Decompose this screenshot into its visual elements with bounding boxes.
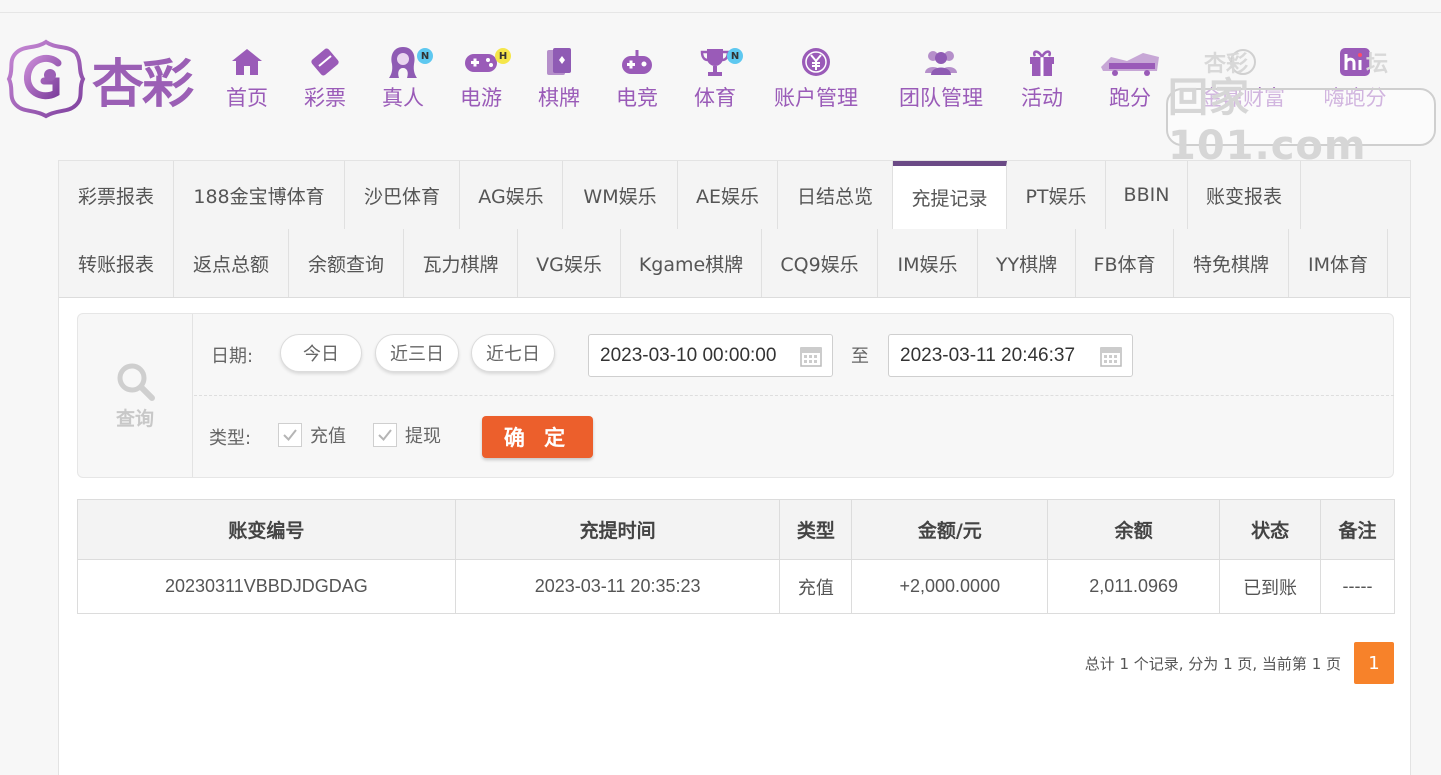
col-header-type: 类型: [779, 499, 853, 560]
deposit-checkbox[interactable]: 充值: [278, 422, 346, 448]
tab-fb-sports[interactable]: FB体育: [1076, 229, 1174, 297]
gamepad-icon: [465, 54, 497, 72]
nav-item-home[interactable]: 首页: [212, 44, 282, 114]
watermark-text: 回家101.com: [1168, 75, 1367, 169]
tab-yy-chess[interactable]: YY棋牌: [978, 229, 1076, 297]
tab-ag[interactable]: AG娱乐: [460, 161, 563, 229]
nav-item-chess[interactable]: 棋牌: [524, 44, 594, 114]
watermark: 回家101.com: [1166, 75, 1436, 169]
tab-kgame-chess[interactable]: Kgame棋牌: [621, 229, 762, 297]
site-logo[interactable]: 杏彩: [6, 38, 212, 120]
date-label: 日期:: [211, 346, 254, 367]
col-header-remark: 备注: [1320, 499, 1395, 560]
cell-id: 20230311VBBDJDGDAG: [77, 559, 456, 614]
yuan-coin-icon: [802, 48, 830, 76]
nav-item-running-score[interactable]: 跑分: [1084, 44, 1176, 114]
withdraw-checkbox[interactable]: 提现: [373, 422, 441, 448]
last-7-days-button[interactable]: 近七日: [471, 334, 555, 372]
live-dealer-icon: [389, 47, 417, 78]
gift-icon: [1030, 50, 1054, 76]
tab-daily-overview[interactable]: 日结总览: [778, 161, 893, 229]
nav-item-lottery[interactable]: 彩票: [282, 44, 368, 114]
tab-im[interactable]: IM娱乐: [878, 229, 978, 297]
records-table: 账变编号 充提时间 类型 金额/元 余额 状态 备注 20230311VBBDJ…: [77, 499, 1395, 614]
cell-balance: 2,011.0969: [1047, 559, 1221, 614]
tab-transfer-report[interactable]: 转账报表: [59, 229, 174, 297]
tab-balance-query[interactable]: 余额查询: [289, 229, 404, 297]
withdraw-checkbox-label: 提现: [405, 426, 441, 447]
esports-controller-icon: [622, 50, 652, 74]
calendar-icon[interactable]: [1100, 345, 1122, 367]
new-badge: N: [417, 48, 433, 64]
today-button[interactable]: 今日: [280, 334, 362, 372]
report-tabs: 彩票报表 188金宝博体育 沙巴体育 AG娱乐 WM娱乐 AE娱乐 日结总览 充…: [59, 161, 1410, 298]
cell-time: 2023-03-11 20:35:23: [454, 559, 781, 614]
col-header-amount: 金额/元: [851, 499, 1049, 560]
cards-icon: [547, 48, 571, 75]
nav-item-sports[interactable]: N 体育: [680, 44, 750, 114]
tab-temian-chess[interactable]: 特免棋牌: [1174, 229, 1289, 297]
tab-wm[interactable]: WM娱乐: [563, 161, 678, 229]
running-icon: [1101, 53, 1159, 76]
nav-item-esports[interactable]: 电竞: [594, 44, 680, 114]
tab-im-sports[interactable]: IM体育: [1289, 229, 1388, 297]
col-header-id: 账变编号: [77, 499, 456, 560]
tab-wali-chess[interactable]: 瓦力棋牌: [404, 229, 518, 297]
cell-amount: +2,000.0000: [851, 559, 1049, 614]
end-date-input[interactable]: 2023-03-11 20:46:37: [888, 334, 1133, 377]
tab-account-change-report[interactable]: 账变报表: [1188, 161, 1301, 229]
deposit-checkbox-label: 充值: [310, 426, 346, 447]
table-row: 20230311VBBDJDGDAG 2023-03-11 20:35:23 充…: [77, 559, 1395, 614]
tab-ae[interactable]: AE娱乐: [678, 161, 778, 229]
pagination-info: 总计 1 个记录, 分为 1 页, 当前第 1 页: [1084, 654, 1341, 673]
query-side-label: 查询: [115, 408, 154, 430]
tab-saba-sports[interactable]: 沙巴体育: [345, 161, 460, 229]
date-row: 日期: 今日 近三日 近七日 2023-03-10 00:00:00 至 202…: [194, 314, 1394, 396]
tab-188-sports[interactable]: 188金宝博体育: [174, 161, 345, 229]
tab-deposit-withdraw-records[interactable]: 充提记录: [893, 161, 1007, 229]
query-box: 查询 日期: 今日 近三日 近七日 2023-03-10 00:00:00 至 …: [77, 313, 1394, 478]
team-icon: [925, 51, 957, 75]
start-date-input[interactable]: 2023-03-10 00:00:00: [588, 334, 833, 377]
tab-cq9[interactable]: CQ9娱乐: [762, 229, 878, 297]
cell-status: 已到账: [1219, 559, 1322, 614]
pagination: 总计 1 个记录, 分为 1 页, 当前第 1 页 1: [1085, 642, 1394, 684]
tab-vg[interactable]: VG娱乐: [518, 229, 621, 297]
query-side: 查询: [78, 314, 193, 477]
lottery-ticket-icon: [311, 48, 339, 76]
new-badge: N: [727, 48, 743, 64]
nav-item-egames[interactable]: H 电游: [438, 44, 524, 114]
checkmark-icon: [378, 429, 392, 442]
home-icon: [232, 49, 262, 75]
last-3-days-button[interactable]: 近三日: [375, 334, 459, 372]
checkmark-icon: [283, 429, 297, 442]
table-header-row: 账变编号 充提时间 类型 金额/元 余额 状态 备注: [77, 499, 1395, 560]
top-divider: [0, 12, 1441, 13]
logo-text: 杏彩: [92, 53, 194, 115]
hot-badge: H: [495, 48, 511, 64]
tab-pt[interactable]: PT娱乐: [1007, 161, 1106, 229]
cell-type: 充值: [779, 559, 853, 614]
to-label: 至: [851, 346, 869, 367]
search-icon: [117, 363, 155, 401]
type-label: 类型:: [209, 428, 252, 449]
logo-emblem-icon: [6, 39, 86, 119]
nav-item-account[interactable]: 账户管理: [750, 44, 882, 114]
calendar-icon[interactable]: [800, 345, 822, 367]
cell-remark: -----: [1320, 559, 1395, 614]
tab-rebate-total[interactable]: 返点总额: [174, 229, 289, 297]
type-row: 类型: 充值 提现 确 定: [194, 397, 1394, 477]
col-header-balance: 余额: [1047, 499, 1221, 560]
nav-item-live[interactable]: N 真人: [368, 44, 438, 114]
trophy-icon: [700, 49, 730, 76]
nav-item-activity[interactable]: 活动: [1000, 44, 1084, 114]
confirm-button[interactable]: 确 定: [482, 416, 593, 458]
col-header-time: 充提时间: [454, 499, 781, 560]
tab-lottery-report[interactable]: 彩票报表: [59, 161, 174, 229]
report-panel: 彩票报表 188金宝博体育 沙巴体育 AG娱乐 WM娱乐 AE娱乐 日结总览 充…: [58, 160, 1411, 775]
tab-bbin[interactable]: BBIN: [1106, 161, 1188, 229]
col-header-status: 状态: [1219, 499, 1322, 560]
nav-item-team[interactable]: 团队管理: [882, 44, 1000, 114]
page-button-1[interactable]: 1: [1354, 642, 1394, 684]
